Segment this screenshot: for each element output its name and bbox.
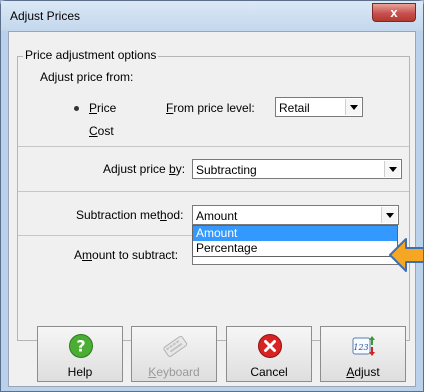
- dropdown-option-amount[interactable]: Amount: [193, 226, 397, 241]
- svg-text:123: 123: [353, 343, 368, 352]
- price-radio[interactable]: [70, 102, 82, 114]
- svg-text:?: ?: [76, 337, 85, 356]
- subtraction-method-select[interactable]: Amount: [192, 205, 399, 225]
- group-title: Price adjustment options: [23, 48, 159, 62]
- from-price-level-label: From price level:: [166, 101, 255, 115]
- divider: [18, 191, 409, 192]
- dialog-client-area: Price adjustment options Adjust price fr…: [8, 31, 416, 387]
- adjust-button[interactable]: 123 Adjust: [320, 326, 406, 382]
- divider: [18, 146, 409, 147]
- adjust-prices-window: Adjust Prices x Price adjustment options…: [0, 0, 424, 392]
- arrow-left-icon: [389, 238, 424, 272]
- keyboard-button[interactable]: Keyboard: [131, 326, 217, 382]
- adjust-by-label: Adjust price by:: [103, 162, 186, 176]
- cost-radio-label[interactable]: Cost: [89, 124, 114, 138]
- subtraction-method-dropdown[interactable]: Amount Percentage: [192, 225, 398, 257]
- from-price-level-value: Retail: [279, 101, 310, 115]
- help-button[interactable]: ? Help: [37, 326, 123, 382]
- cancel-button[interactable]: Cancel: [226, 326, 312, 382]
- title-bar[interactable]: Adjust Prices x: [1, 1, 423, 31]
- cancel-label: Cancel: [250, 365, 288, 379]
- window-title: Adjust Prices: [10, 9, 81, 23]
- divider: [18, 235, 192, 236]
- keyboard-icon: [163, 335, 188, 357]
- from-price-level-select[interactable]: Retail: [275, 97, 363, 117]
- chevron-down-icon[interactable]: [381, 207, 397, 223]
- subtraction-method-label: Subtraction method:: [76, 208, 184, 222]
- chevron-down-icon[interactable]: [345, 99, 361, 115]
- cancel-icon: [258, 334, 282, 358]
- chevron-down-icon[interactable]: [384, 161, 400, 177]
- price-radio-label[interactable]: Price: [89, 101, 116, 115]
- adjust-icon: 123: [352, 336, 375, 356]
- adjust-by-value: Subtracting: [196, 163, 257, 177]
- keyboard-label: Keyboard: [148, 365, 200, 379]
- dropdown-option-percentage[interactable]: Percentage: [193, 241, 397, 256]
- subtraction-method-value: Amount: [196, 209, 238, 223]
- cost-radio[interactable]: [70, 125, 82, 137]
- adjust-label: Adjust: [346, 365, 380, 379]
- close-icon: x: [390, 5, 398, 20]
- help-label: Help: [67, 365, 93, 379]
- adjust-by-select[interactable]: Subtracting: [192, 159, 402, 179]
- amount-label: Amount to subtract:: [74, 248, 179, 262]
- help-icon: ?: [69, 334, 93, 358]
- close-button[interactable]: x: [372, 3, 416, 22]
- adjust-from-label: Adjust price from:: [40, 70, 134, 84]
